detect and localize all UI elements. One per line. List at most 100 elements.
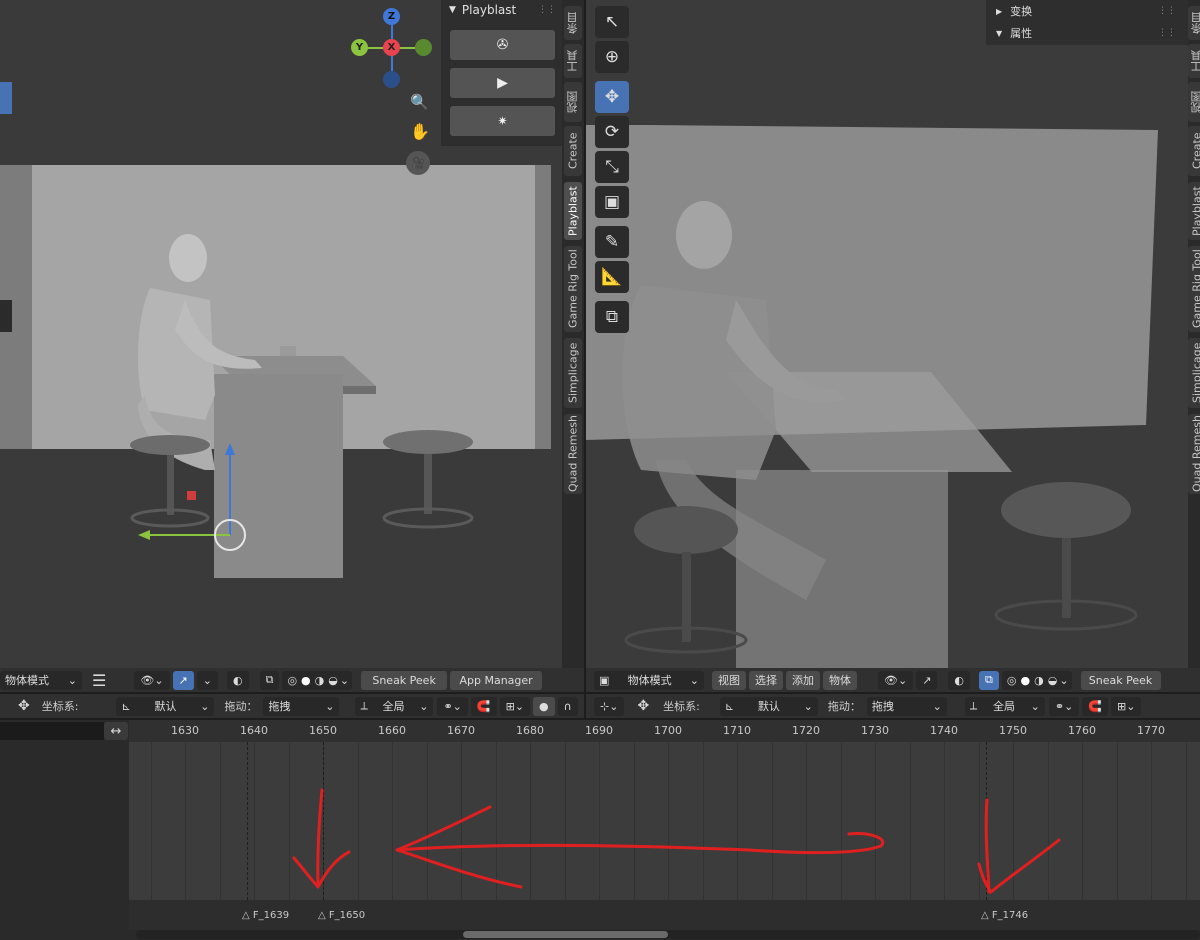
select-box-tool[interactable]: ↖: [595, 6, 629, 38]
tab-playblast[interactable]: Playblast: [564, 182, 582, 240]
annotate-tool[interactable]: ✎: [595, 226, 629, 258]
overlay-toggle[interactable]: ◐: [226, 670, 249, 690]
marker-f-1639[interactable]: △ F_1639: [242, 910, 289, 921]
right-mode-select[interactable]: ▣ 物体模式 ⌄: [594, 670, 704, 690]
visibility-toggle[interactable]: 👁 ⌄: [134, 670, 170, 690]
properties-section[interactable]: ▼ 属性 ⋮⋮: [986, 22, 1176, 44]
object-origin-dropdown[interactable]: ⊹ ⌄: [594, 696, 625, 716]
hamburger-menu-icon[interactable]: ☰: [92, 671, 106, 690]
object-menu[interactable]: 物体: [823, 670, 857, 690]
sneak-peek-button[interactable]: Sneak Peek: [361, 670, 448, 690]
rendered-shading-icon: ◒: [1047, 673, 1058, 687]
pivot-select[interactable]: ⟂ 全局 ⌄: [355, 696, 434, 716]
move-arrows-icon[interactable]: ✥: [637, 698, 649, 714]
stool-left-seat: [130, 435, 210, 455]
rotate-tool[interactable]: ⟳: [595, 116, 629, 148]
drag-select[interactable]: 拖拽 ⌄: [866, 696, 947, 716]
coord-system-select[interactable]: ⊾ 默认 ⌄: [116, 696, 215, 716]
playblast-render-button[interactable]: ✇: [450, 30, 555, 60]
expand-horizontal-icon[interactable]: ↔: [104, 722, 128, 740]
camera-icon[interactable]: 🎥: [406, 151, 430, 175]
left-mode-select[interactable]: 物体模式 ⌄: [0, 670, 82, 690]
tab-view[interactable]: 视图: [1188, 82, 1200, 122]
zoom-icon[interactable]: 🔍: [410, 93, 429, 111]
gizmo-y-ball[interactable]: Y: [351, 39, 368, 56]
gizmo-z-ball[interactable]: Z: [383, 8, 400, 25]
tick-label: 1670: [447, 724, 475, 737]
tab-game-rig-tool[interactable]: Game Rig Tool: [1188, 246, 1200, 332]
select-menu[interactable]: 选择: [749, 670, 783, 690]
view-menu[interactable]: 视图: [712, 670, 746, 690]
chevron-down-icon: ⌄: [689, 673, 699, 687]
gizmo-neg-y-ball[interactable]: [415, 39, 432, 56]
drag-handle-icon[interactable]: ⋮⋮: [1158, 6, 1176, 16]
timeline-scroll-track[interactable]: [136, 930, 1200, 939]
tab-quad-remesh[interactable]: Quad Remesh: [564, 414, 582, 494]
playblast-settings-button[interactable]: ✷: [450, 106, 555, 136]
tab-item[interactable]: 条目: [564, 6, 582, 40]
snap-toggle[interactable]: 🧲: [1082, 696, 1109, 716]
move-arrows-icon[interactable]: ✥: [18, 698, 30, 714]
tab-item[interactable]: 条目: [1188, 6, 1200, 40]
gizmo-dropdown[interactable]: ⌄: [196, 670, 218, 690]
sneak-peek-button[interactable]: Sneak Peek: [1080, 670, 1161, 690]
left-3d-viewport[interactable]: Z Y X 🔍 ✋ 🎥 ▼ Playblast ⋮⋮ ✇ ▶ ✷: [0, 0, 562, 668]
gizmo-neg-z-ball[interactable]: [383, 71, 400, 88]
tab-playblast[interactable]: Playblast: [1188, 182, 1200, 240]
snap-toggle[interactable]: 🧲: [470, 696, 497, 716]
snap-target-dropdown[interactable]: ⊞ ⌄: [499, 696, 531, 716]
drag-handle-icon[interactable]: ⋮⋮: [538, 5, 556, 15]
tab-simplicage[interactable]: Simplicage: [564, 338, 582, 408]
proportional-edit-toggle[interactable]: ●: [533, 696, 555, 716]
tab-create[interactable]: Create: [1188, 126, 1200, 176]
transform-pivot-dropdown[interactable]: ⚭ ⌄: [1048, 696, 1080, 716]
rotate-icon: ⟳: [604, 122, 620, 142]
measure-tool[interactable]: 📐: [595, 261, 629, 293]
marker-f-1650[interactable]: △ F_1650: [318, 910, 365, 921]
transform-section[interactable]: ▶ 变换 ⋮⋮: [986, 0, 1176, 22]
timeline-scrollbar-thumb[interactable]: [463, 931, 668, 938]
visibility-toggle[interactable]: 👁 ⌄: [878, 670, 914, 690]
timeline-ruler[interactable]: 1630 1640 1650 1660 1670 1680 1690 1700 …: [129, 720, 1200, 742]
film-reel-icon: ✇: [496, 37, 509, 53]
playblast-header[interactable]: ▼ Playblast ⋮⋮: [441, 0, 562, 20]
drag-select[interactable]: 拖拽 ⌄: [263, 696, 340, 716]
transform-tool[interactable]: ▣: [595, 186, 629, 218]
settings-sparkle-icon: ✷: [497, 114, 508, 128]
app-manager-button[interactable]: App Manager: [450, 670, 543, 690]
tab-quad-remesh[interactable]: Quad Remesh: [1188, 414, 1200, 494]
playblast-play-button[interactable]: ▶: [450, 68, 555, 98]
move-tool[interactable]: ✥: [595, 81, 629, 113]
pan-hand-icon[interactable]: ✋: [410, 122, 430, 141]
gizmo-toggle[interactable]: ↗: [916, 670, 938, 690]
pivot-value: 全局: [992, 700, 1015, 713]
tab-create[interactable]: Create: [564, 126, 582, 176]
gizmo-toggle[interactable]: ↗: [172, 670, 194, 690]
scale-tool[interactable]: ⤡: [595, 151, 629, 183]
tab-tool[interactable]: 工具: [1188, 44, 1200, 78]
transform-pivot-dropdown[interactable]: ⚭ ⌄: [437, 696, 468, 716]
overlay-toggle[interactable]: ◐: [948, 670, 971, 690]
pivot-select[interactable]: ⟂ 全局 ⌄: [964, 696, 1045, 716]
coord-system-select[interactable]: ⊾ 默认 ⌄: [719, 696, 818, 716]
tab-tool[interactable]: 工具: [564, 44, 582, 78]
tab-view[interactable]: 视图: [564, 82, 582, 122]
tab-simplicage[interactable]: Simplicage: [1188, 338, 1200, 408]
falloff-dropdown[interactable]: ∩: [557, 696, 578, 716]
timeline-keyframe-area[interactable]: [129, 742, 1200, 900]
add-cube-tool[interactable]: ⧉: [595, 301, 629, 333]
snap-target-dropdown[interactable]: ⊞ ⌄: [1111, 696, 1142, 716]
shading-modes[interactable]: ◎ ● ◑ ◒ ⌄: [282, 670, 353, 690]
xray-toggle[interactable]: ⧉: [259, 670, 280, 690]
timeline-marker-row[interactable]: △ F_1639 △ F_1650 △ F_1746: [129, 900, 1200, 930]
tab-game-rig-tool[interactable]: Game Rig Tool: [564, 246, 582, 332]
add-menu[interactable]: 添加: [786, 670, 820, 690]
drag-handle-icon[interactable]: ⋮⋮: [1158, 28, 1176, 38]
shading-modes[interactable]: ◎ ● ◑ ◒ ⌄: [1001, 670, 1072, 690]
link-icon: ⚭: [443, 699, 453, 713]
gizmo-x-ball[interactable]: X: [383, 39, 400, 56]
marker-f-1746[interactable]: △ F_1746: [981, 910, 1028, 921]
cursor-tool[interactable]: ⊕: [595, 41, 629, 73]
xray-toggle[interactable]: ⧉: [979, 670, 999, 690]
right-3d-viewport[interactable]: ↖ ⊕ ✥ ⟳ ⤡ ▣ ✎ 📐 ⧉ ▶ 变换 ⋮⋮ ▼ 属性 ⋮⋮: [586, 0, 1188, 668]
